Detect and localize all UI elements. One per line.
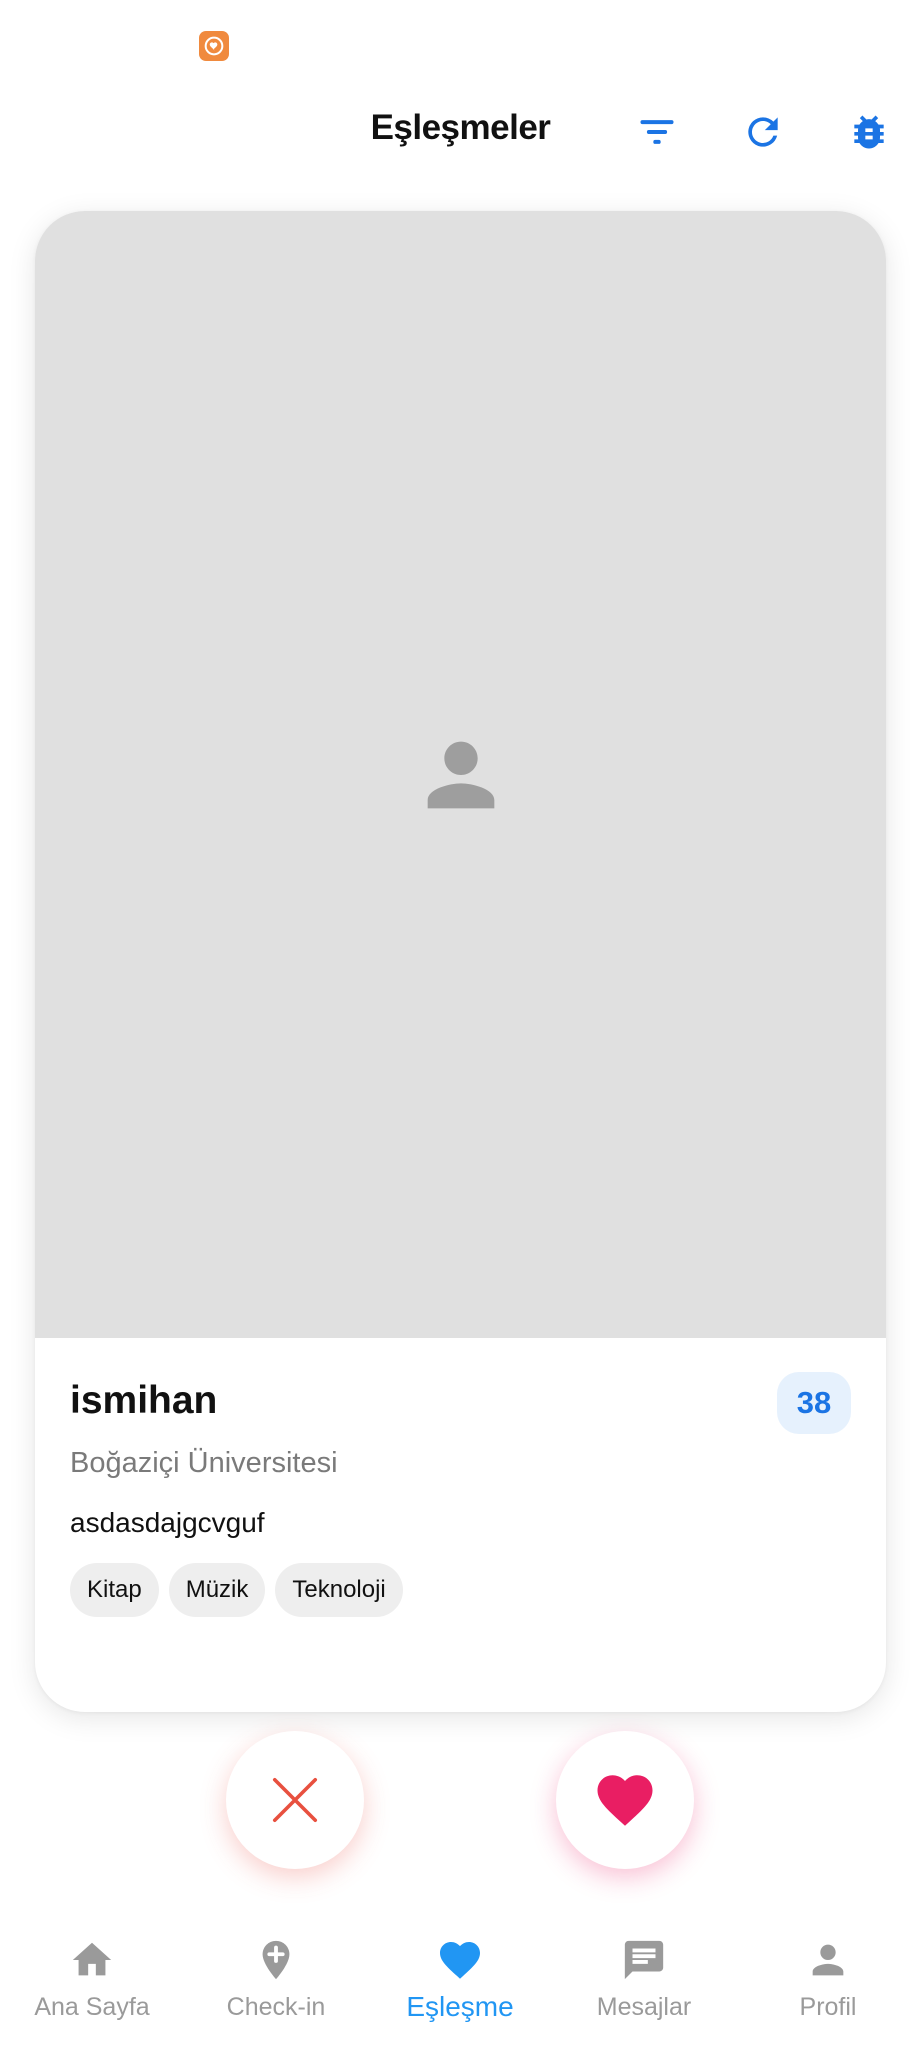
nav-item-home[interactable]: Ana Sayfa [0,1930,184,2048]
heart-app-icon [199,31,229,61]
heart-icon [440,1942,480,1979]
profile-name: ismihan [70,1379,218,1422]
close-icon [272,1777,318,1823]
person-icon [427,741,494,808]
profile-bio: asdasdajgcvguf [70,1507,265,1538]
profile-photo [35,211,886,1338]
profile-school: Boğaziçi Üniversitesi [70,1447,338,1479]
interest-tags: Kitap Müzik Teknoloji [70,1563,403,1617]
interest-tag: Teknoloji [275,1563,403,1617]
nav-label: Ana Sayfa [34,1993,150,2021]
interest-tag: Müzik [168,1563,266,1617]
like-button[interactable] [556,1731,694,1869]
heart-icon [597,1775,653,1826]
interest-tag: Kitap [70,1563,159,1617]
nav-label: Check-in [226,1993,326,2021]
filter-button[interactable] [633,108,681,156]
nav-label: Profil [799,1993,857,2021]
refresh-icon [748,117,778,147]
bottom-navigation: Ana Sayfa Check-in Eşleşme Mesajlar Prof… [0,1930,921,2048]
age-badge: 38 [777,1372,851,1434]
nav-item-profile[interactable]: Profil [736,1930,920,2048]
filter-icon [640,120,674,144]
add-location-icon [262,1940,290,1980]
bug-icon [854,115,884,149]
person-icon [812,1944,844,1976]
nav-item-messages[interactable]: Mesajlar [552,1930,736,2048]
home-icon [72,1942,112,1976]
chat-icon [624,1940,664,1980]
nav-label: Eşleşme [406,1991,514,2022]
dislike-button[interactable] [226,1731,364,1869]
debug-button[interactable] [845,108,893,156]
nav-label: Mesajlar [596,1993,692,2021]
nav-item-checkin[interactable]: Check-in [184,1930,368,2048]
nav-item-match[interactable]: Eşleşme [368,1930,552,2048]
refresh-button[interactable] [739,108,787,156]
profile-card[interactable]: ismihan 38 Boğaziçi Üniversitesi asdasda… [35,211,886,1712]
matches-screen: Eşleşmeler ismihan 38 Boğaziçi Üniversit… [0,0,921,2048]
